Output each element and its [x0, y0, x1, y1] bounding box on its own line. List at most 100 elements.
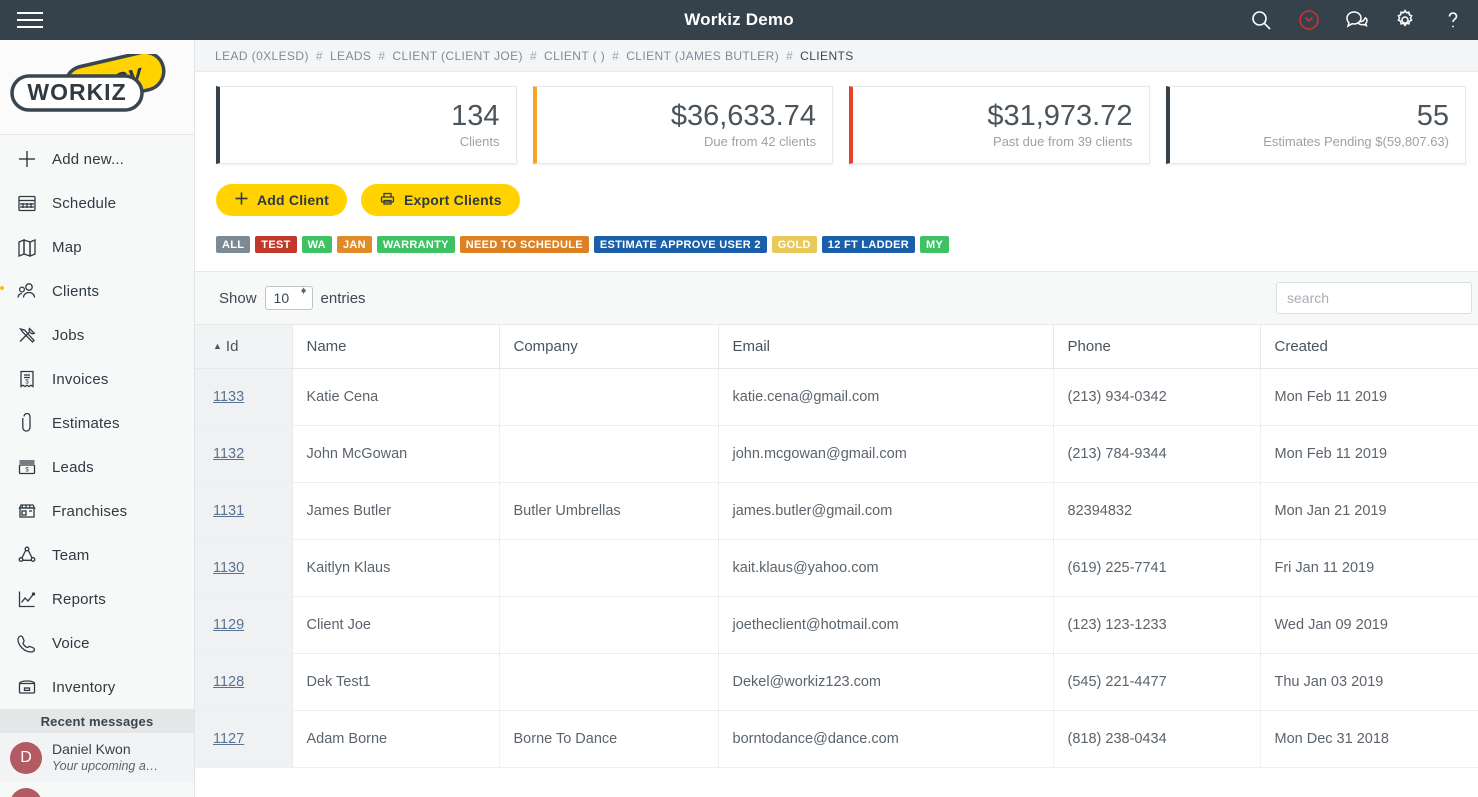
breadcrumb-item[interactable]: LEAD (0XLESD)	[215, 49, 309, 63]
export-clients-label: Export Clients	[404, 192, 502, 208]
list-item[interactable]	[0, 782, 194, 797]
export-print-icon	[379, 191, 396, 209]
column-header-company[interactable]: Company	[499, 325, 718, 369]
table-row[interactable]: 1127 Adam Borne Borne To Dance borntodan…	[195, 711, 1478, 768]
breadcrumb-separator: #	[378, 49, 385, 63]
cell-id[interactable]: 1130	[195, 540, 292, 597]
search-icon[interactable]	[1244, 3, 1278, 37]
breadcrumb-item[interactable]: CLIENT ( )	[544, 49, 605, 63]
client-id-link[interactable]: 1130	[213, 560, 244, 576]
sidebar-item-jobs[interactable]: Jobs	[0, 313, 194, 357]
tag-filter-warranty[interactable]: WARRANTY	[377, 236, 455, 253]
breadcrumb-item[interactable]: CLIENT (JAMES BUTLER)	[626, 49, 779, 63]
avatar	[10, 788, 42, 797]
timer-clock-icon[interactable]	[1292, 3, 1326, 37]
cell-created: Mon Feb 11 2019	[1260, 426, 1478, 483]
sidebar-item-team[interactable]: Team	[0, 533, 194, 577]
tag-filter-estimate-approve-user-2[interactable]: ESTIMATE APPROVE USER 2	[594, 236, 767, 253]
gear-icon[interactable]	[1388, 3, 1422, 37]
cell-company	[499, 540, 718, 597]
tag-filter-12-ft-ladder[interactable]: 12 FT LADDER	[822, 236, 915, 253]
stat-label: Due from 42 clients	[704, 134, 816, 149]
cell-id[interactable]: 1128	[195, 654, 292, 711]
sidebar-item-add-new[interactable]: Add new...	[0, 137, 194, 181]
table-row[interactable]: 1133 Katie Cena katie.cena@gmail.com (21…	[195, 369, 1478, 426]
sidebar-item-schedule[interactable]: Schedule	[0, 181, 194, 225]
export-clients-button[interactable]: Export Clients	[361, 184, 520, 216]
cell-name: Client Joe	[292, 597, 499, 654]
network-people-icon	[10, 542, 44, 568]
cell-company	[499, 654, 718, 711]
client-id-link[interactable]: 1131	[213, 503, 244, 519]
column-header-created[interactable]: Created	[1260, 325, 1478, 369]
cell-name: John McGowan	[292, 426, 499, 483]
sidebar-item-inventory[interactable]: Inventory	[0, 665, 194, 709]
tools-icon	[10, 322, 44, 348]
tag-filter-all[interactable]: ALL	[216, 236, 250, 253]
cell-phone: 82394832	[1053, 483, 1260, 540]
help-question-icon[interactable]	[1436, 3, 1470, 37]
cell-phone: (818) 238-0434	[1053, 711, 1260, 768]
tag-filter-gold[interactable]: GOLD	[772, 236, 817, 253]
cell-id[interactable]: 1133	[195, 369, 292, 426]
column-header-id[interactable]: ▲Id	[195, 325, 292, 369]
tag-filter-jan[interactable]: JAN	[337, 236, 372, 253]
client-id-link[interactable]: 1133	[213, 389, 244, 405]
table-row[interactable]: 1131 James Butler Butler Umbrellas james…	[195, 483, 1478, 540]
cell-id[interactable]: 1132	[195, 426, 292, 483]
sidebar-item-clients[interactable]: Clients	[0, 269, 194, 313]
chat-bubbles-icon[interactable]	[1340, 3, 1374, 37]
topbar-icon-group	[1244, 0, 1470, 40]
cell-phone: (123) 123-1233	[1053, 597, 1260, 654]
column-header-email[interactable]: Email	[718, 325, 1053, 369]
table-row[interactable]: 1132 John McGowan john.mcgowan@gmail.com…	[195, 426, 1478, 483]
breadcrumb-item[interactable]: CLIENT (CLIENT JOE)	[392, 49, 523, 63]
table-row[interactable]: 1130 Kaitlyn Klaus kait.klaus@yahoo.com …	[195, 540, 1478, 597]
message-preview: Your upcoming a…	[52, 759, 158, 775]
calendar-icon	[10, 190, 44, 216]
hamburger-menu-icon[interactable]	[0, 0, 60, 40]
sidebar-item-voice[interactable]: Voice	[0, 621, 194, 665]
sidebar-item-reports[interactable]: Reports	[0, 577, 194, 621]
tag-filter-wa[interactable]: WA	[302, 236, 332, 253]
table-header-row: ▲Id Name Company Email Phone Created	[195, 325, 1478, 369]
search-input[interactable]	[1276, 282, 1472, 314]
sidebar-item-invoices[interactable]: $ Invoices	[0, 357, 194, 401]
column-header-name[interactable]: Name	[292, 325, 499, 369]
sidebar-nav: Add new... Schedule Map	[0, 135, 194, 709]
entries-per-page-select[interactable]: 10 ▲▼	[265, 286, 313, 310]
tag-filter-test[interactable]: TEST	[255, 236, 296, 253]
sidebar-item-map[interactable]: Map	[0, 225, 194, 269]
table-row[interactable]: 1129 Client Joe joetheclient@hotmail.com…	[195, 597, 1478, 654]
cell-id[interactable]: 1131	[195, 483, 292, 540]
cell-phone: (213) 934-0342	[1053, 369, 1260, 426]
sidebar-item-estimates[interactable]: Estimates	[0, 401, 194, 445]
breadcrumb-item[interactable]: LEADS	[330, 49, 371, 63]
cell-id[interactable]: 1129	[195, 597, 292, 654]
table-row[interactable]: 1128 Dek Test1 Dekel@workiz123.com (545)…	[195, 654, 1478, 711]
sidebar-item-leads[interactable]: $ Leads	[0, 445, 194, 489]
tag-filter-need-to-schedule[interactable]: NEED TO SCHEDULE	[460, 236, 589, 253]
stat-value: $31,973.72	[987, 101, 1132, 131]
main-content: LEAD (0XLESD) # LEADS # CLIENT (CLIENT J…	[195, 40, 1478, 797]
sidebar-item-franchises[interactable]: Franchises	[0, 489, 194, 533]
client-id-link[interactable]: 1127	[213, 731, 244, 747]
tag-filter-my[interactable]: MY	[920, 236, 949, 253]
add-client-button[interactable]: Add Client	[216, 184, 347, 216]
cell-company: Borne To Dance	[499, 711, 718, 768]
cell-name: Katie Cena	[292, 369, 499, 426]
cell-email: katie.cena@gmail.com	[718, 369, 1053, 426]
stat-label: Clients	[460, 134, 500, 149]
app-logo[interactable]: easy WORKIZ	[0, 40, 194, 135]
cell-company: Butler Umbrellas	[499, 483, 718, 540]
client-id-link[interactable]: 1128	[213, 674, 244, 690]
client-id-link[interactable]: 1129	[213, 617, 244, 633]
cell-name: James Butler	[292, 483, 499, 540]
cell-email: kait.klaus@yahoo.com	[718, 540, 1053, 597]
line-chart-icon	[10, 586, 44, 612]
column-header-phone[interactable]: Phone	[1053, 325, 1260, 369]
list-item[interactable]: D Daniel Kwon Your upcoming a…	[0, 733, 194, 782]
client-id-link[interactable]: 1132	[213, 446, 244, 462]
breadcrumb-separator: #	[612, 49, 619, 63]
cell-id[interactable]: 1127	[195, 711, 292, 768]
